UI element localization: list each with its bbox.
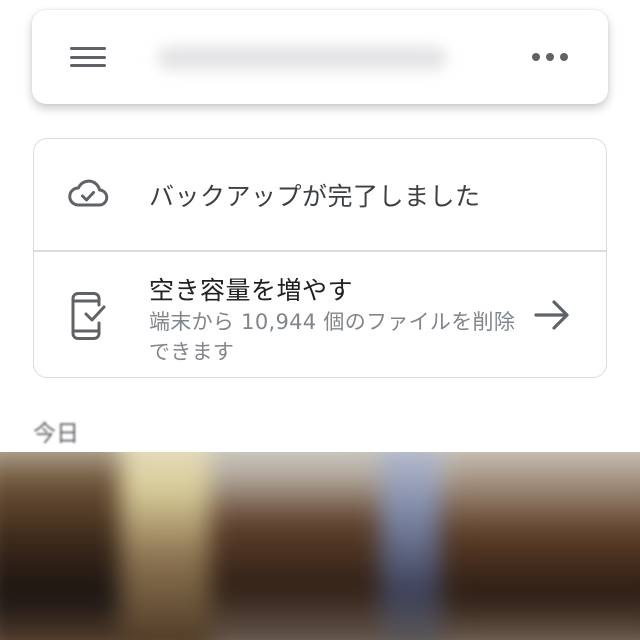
account-name-blurred: [157, 46, 447, 70]
arrow-right-icon[interactable]: [532, 297, 572, 333]
hamburger-menu-icon[interactable]: [62, 37, 112, 77]
section-title-today: 今日: [33, 421, 79, 447]
screen: バックアップが完了しました 空き容量を増やす 端末から 10,944 個のファイ…: [0, 0, 640, 640]
backup-status-text: バックアップが完了しました: [149, 182, 481, 211]
status-card: バックアップが完了しました 空き容量を増やす 端末から 10,944 個のファイ…: [33, 138, 607, 378]
photo-thumbnail[interactable]: [380, 452, 440, 640]
top-search-bar: [32, 10, 608, 104]
free-up-space-title: 空き容量を増やす: [149, 276, 354, 305]
backup-status-row: バックアップが完了しました: [34, 139, 606, 250]
free-up-space-subtitle: 端末から 10,944 個のファイルを削除できます: [149, 310, 516, 364]
photo-grid: [0, 452, 640, 640]
more-horizontal-icon[interactable]: [528, 40, 572, 74]
photo-thumbnail[interactable]: [450, 452, 640, 640]
cloud-done-icon: [68, 179, 109, 207]
free-up-space-row[interactable]: 空き容量を増やす 端末から 10,944 個のファイルを削除できます: [34, 251, 606, 377]
phone-check-icon: [71, 292, 106, 340]
